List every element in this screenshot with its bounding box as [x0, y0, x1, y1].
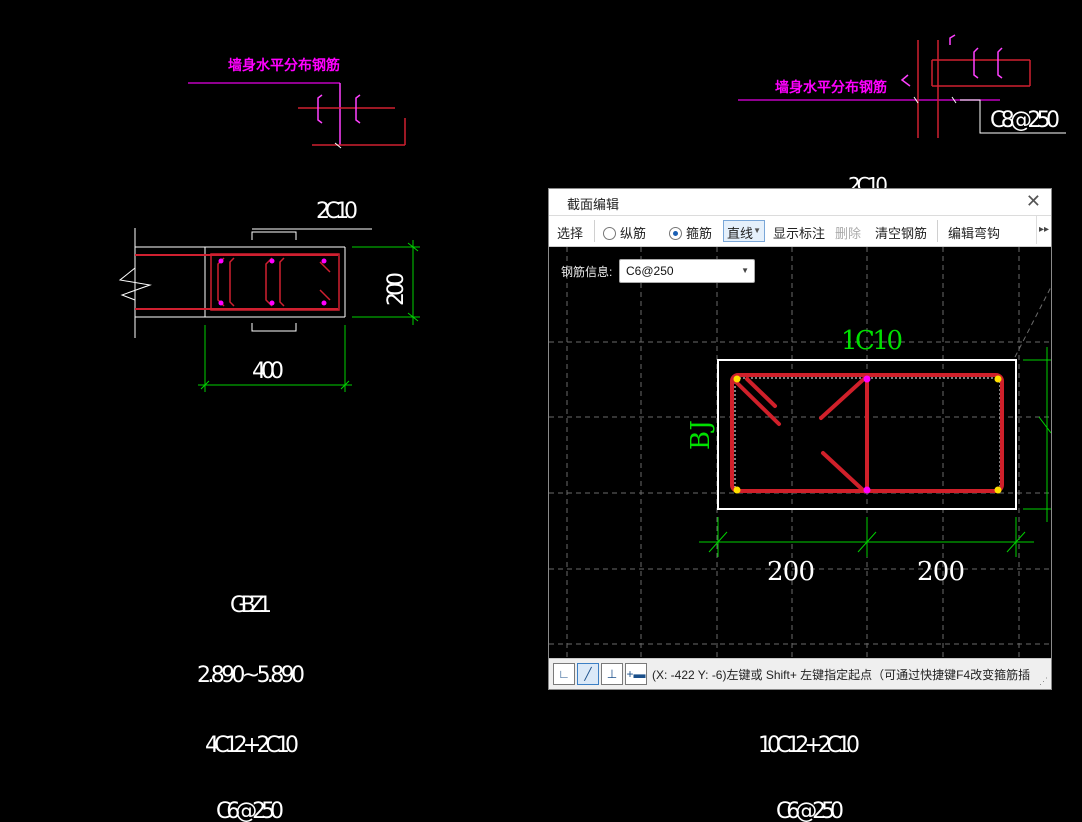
longitudinal-label: 纵筋: [620, 226, 647, 241]
elevation-range: 2.890~5.890: [197, 663, 305, 688]
rebar-info-label: 钢筋信息:: [561, 265, 613, 279]
longitudinal-radio[interactable]: 纵筋: [603, 223, 646, 242]
close-icon[interactable]: ✕: [1026, 191, 1041, 212]
radio-on-icon: [669, 227, 682, 240]
side-rebar-label: BJ: [686, 420, 716, 450]
edit-hook-button[interactable]: 编辑弯钩: [948, 223, 1000, 242]
delete-button[interactable]: 删除: [835, 223, 861, 242]
section-edit-dialog[interactable]: 截面编辑 ✕ 选择 纵筋 箍筋 直线 ▼ 显示标注 删除 清空钢筋 编辑弯钩 ▸▸: [548, 188, 1052, 690]
orthogonal-snap-icon[interactable]: ∟: [553, 663, 575, 685]
top-rebar-label: 1C10: [841, 326, 903, 356]
left-top-rebar-label: 2C10: [316, 199, 358, 224]
more-icon[interactable]: ▸▸: [1036, 216, 1051, 244]
dimension-snap-icon[interactable]: +▬: [625, 663, 647, 685]
left-width-dimension: 400: [252, 359, 284, 384]
toolbar-divider: [594, 220, 595, 242]
dialog-titlebar[interactable]: 截面编辑 ✕: [549, 189, 1051, 216]
left-stirrup: C6@250: [216, 799, 284, 822]
right-main-rebar: 10C12+2C10: [758, 733, 860, 758]
toolbar-divider: [937, 220, 938, 242]
show-annotation-button[interactable]: 显示标注: [773, 223, 825, 242]
right-dimension-label: 200: [917, 557, 965, 587]
right-wall-label: 墙身水平分布钢筋: [775, 79, 887, 96]
line-mode-dropdown[interactable]: 直线 ▼: [723, 220, 765, 242]
right-stirrup-tag: C8@250: [990, 108, 1060, 133]
select-button[interactable]: 选择: [557, 223, 583, 242]
stirrup-radio[interactable]: 箍筋: [669, 223, 712, 242]
rebar-info-select[interactable]: C6@250 ▼: [619, 259, 755, 283]
left-wall-label: 墙身水平分布钢筋: [228, 57, 340, 74]
section-canvas[interactable]: 1C10 BJ 200 200: [549, 247, 1051, 659]
stirrup-label: 箍筋: [686, 226, 713, 241]
column-name: GBZ1: [230, 593, 272, 618]
left-dimension-label: 200: [767, 557, 815, 587]
status-bar: ∟ ╱ ⊥ +▬ (X: -422 Y: -6)左键或 Shift+ 左键指定起…: [549, 658, 1051, 689]
resize-grip-icon[interactable]: ⋰: [1039, 676, 1048, 687]
clear-rebar-button[interactable]: 清空钢筋: [875, 223, 927, 242]
left-wall-rebar-detail: [188, 82, 406, 149]
radio-off-icon: [603, 227, 616, 240]
left-main-rebar: 4C12+2C10: [205, 733, 299, 758]
rebar-info-value: C6@250: [626, 264, 674, 278]
dropdown-arrow-icon: ▼: [741, 266, 749, 275]
right-stirrup: C6@250: [776, 799, 844, 822]
left-height-dimension: 200: [384, 272, 409, 306]
dialog-title: 截面编辑: [567, 197, 620, 212]
dialog-toolbar: 选择 纵筋 箍筋 直线 ▼ 显示标注 删除 清空钢筋 编辑弯钩 ▸▸: [549, 216, 1051, 247]
status-text: (X: -422 Y: -6)左键或 Shift+ 左键指定起点（可通过快捷键F…: [652, 668, 1031, 682]
line-draw-icon[interactable]: ╱: [577, 663, 599, 685]
dropdown-arrow-icon: ▼: [753, 226, 761, 235]
perpendicular-icon[interactable]: ⊥: [601, 663, 623, 685]
line-mode-label: 直线: [727, 226, 754, 241]
